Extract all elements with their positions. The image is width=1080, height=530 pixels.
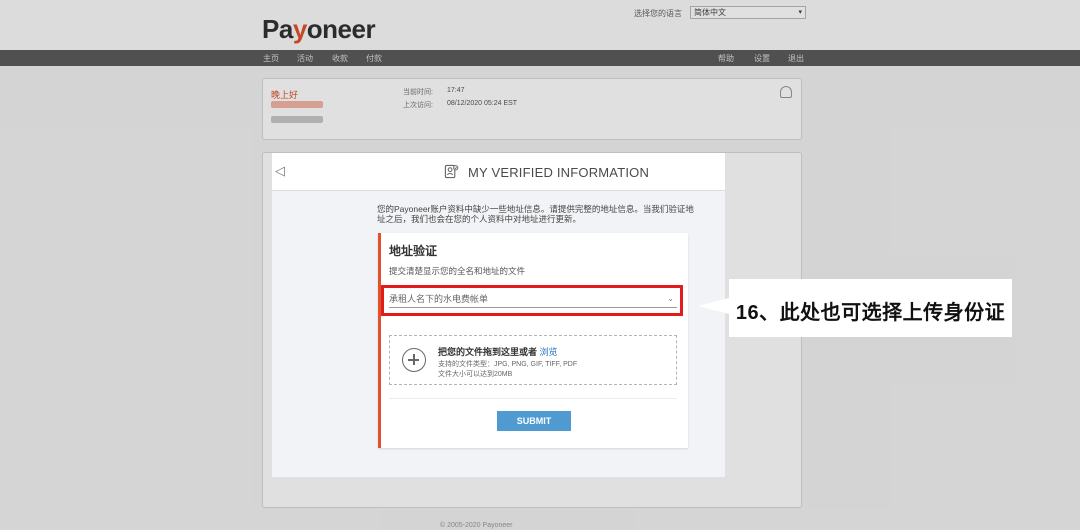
- annotation-callout: 16、此处也可选择上传身份证: [729, 279, 1012, 337]
- file-dropzone[interactable]: 把您的文件拖到这里或者 浏览 支持的文件类型：JPG, PNG, GIF, TI…: [389, 335, 677, 385]
- submit-button[interactable]: SUBMIT: [497, 411, 571, 431]
- callout-pointer: [698, 298, 729, 314]
- id-document-icon: [444, 164, 459, 179]
- supported-types: 支持的文件类型：JPG, PNG, GIF, TIFF, PDF: [438, 361, 578, 368]
- panel-subtitle: 提交清楚显示您的全名和地址的文件: [389, 266, 526, 276]
- dropzone-label: 把您的文件拖到这里或者: [438, 347, 538, 357]
- intro-text: 您的Payoneer账户资料中缺少一些地址信息。请提供完整的地址信息。当我们验证…: [377, 204, 694, 224]
- annotation-text: 16、此处也可选择上传身份证: [735, 302, 1006, 324]
- panel-title: 地址验证: [389, 244, 438, 258]
- browse-link[interactable]: 浏览: [540, 347, 558, 357]
- address-verification-panel: 地址验证 提交清楚显示您的全名和地址的文件 承租人名下的水电费帐单 ⌄ 把您的文…: [378, 233, 688, 448]
- divider: [389, 398, 677, 399]
- back-arrow-icon[interactable]: ◁: [275, 163, 289, 179]
- add-file-icon[interactable]: [402, 348, 426, 372]
- highlight-box: [381, 285, 683, 316]
- modal-title: MY VERIFIED INFORMATION: [468, 165, 650, 180]
- dropzone-text: 把您的文件拖到这里或者 浏览: [438, 345, 558, 358]
- modal-header: ◁ MY VERIFIED INFORMATION: [272, 153, 725, 191]
- max-file-size: 文件大小可以达到20MB: [438, 371, 513, 378]
